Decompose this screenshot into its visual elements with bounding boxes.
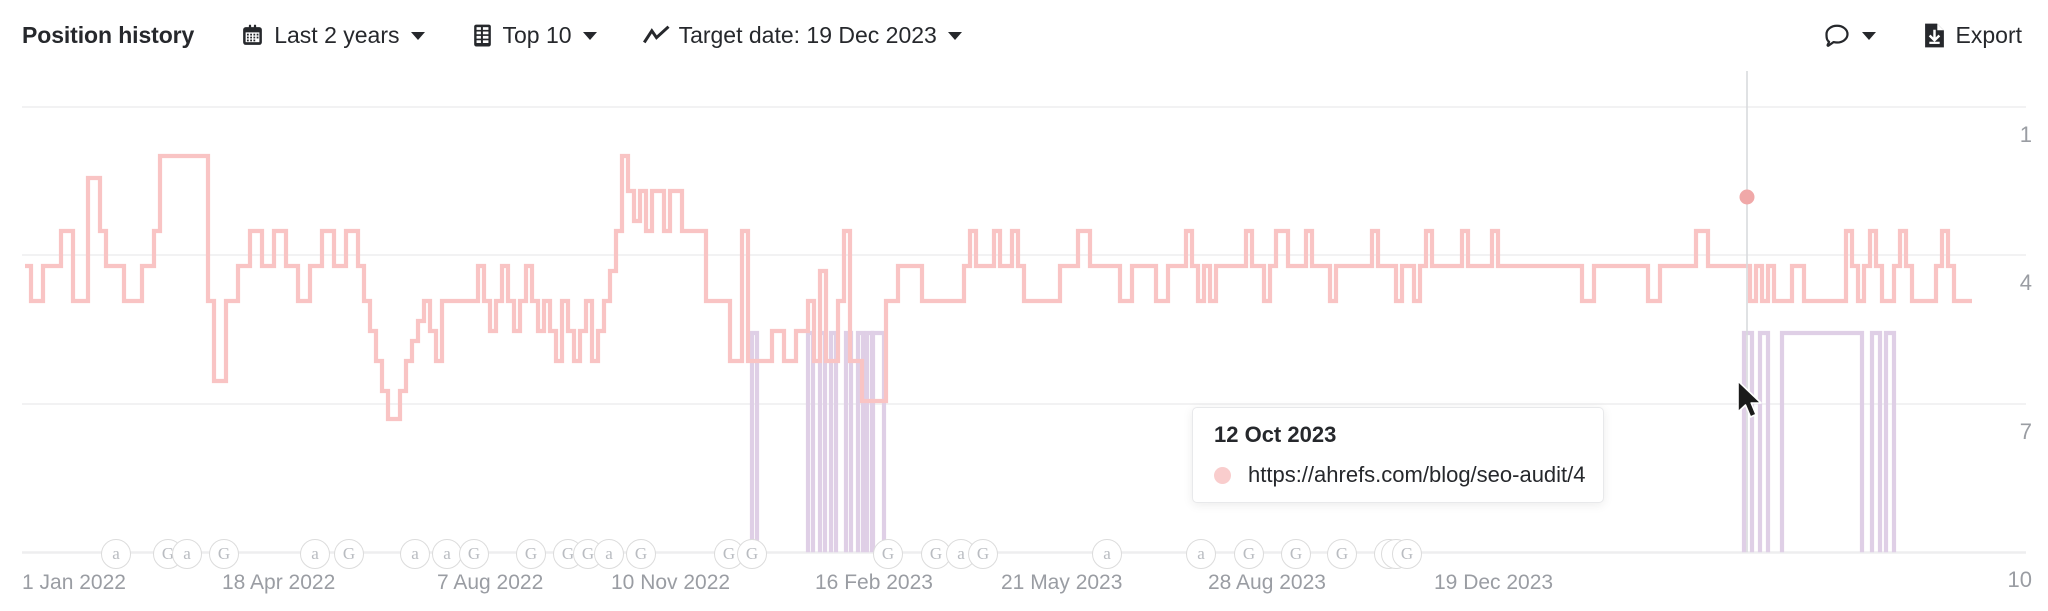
export-button[interactable]: Export <box>1922 22 2022 49</box>
axis-event-marker[interactable]: a <box>1092 539 1122 569</box>
axis-event-marker[interactable]: G <box>1281 539 1311 569</box>
secondary-series-band <box>1883 330 1897 553</box>
secondary-series-band <box>1741 330 1755 553</box>
axis-event-marker[interactable]: a <box>594 539 624 569</box>
toolbar-right-group: Export <box>1823 22 2022 50</box>
secondary-series-band <box>1779 330 1865 553</box>
axis-event-marker[interactable]: G <box>1327 539 1357 569</box>
position-history-chart[interactable]: 1 4 7 10 1 Jan 2022 18 Apr 2022 7 Aug 2022 10 … <box>0 71 2048 611</box>
chart-tooltip: 12 Oct 2023 https://ahrefs.com/blog/seo-… <box>1192 407 1604 503</box>
axis-event-marker[interactable]: G <box>873 539 903 569</box>
comment-icon <box>1823 22 1851 50</box>
secondary-series-band <box>805 330 816 553</box>
secondary-series-band <box>749 330 760 553</box>
chevron-down-icon <box>582 31 597 40</box>
export-icon <box>1922 22 1947 49</box>
calendar-icon <box>240 23 265 48</box>
target-date-label: Target date: 19 Dec 2023 <box>678 22 937 48</box>
x-axis-tick: 28 Aug 2023 <box>1208 571 1326 594</box>
y-axis-tick: 4 <box>2019 270 2032 295</box>
comment-dropdown[interactable] <box>1823 22 1876 50</box>
y-axis-tick: 10 <box>2007 567 2032 592</box>
chevron-down-icon <box>947 31 962 40</box>
y-axis-tick: 7 <box>2019 419 2032 444</box>
primary-series-line <box>25 153 1972 422</box>
x-axis-tick: 10 Nov 2022 <box>611 571 731 594</box>
chevron-down-icon <box>1861 31 1876 40</box>
page-title: Position history <box>22 22 195 48</box>
date-range-label: Last 2 years <box>274 22 400 48</box>
top-positions-label: Top 10 <box>502 22 572 48</box>
x-axis-tick: 7 Aug 2022 <box>437 571 544 594</box>
secondary-series-band <box>817 330 828 553</box>
secondary-series-band <box>828 330 839 553</box>
chart-plot <box>22 71 2026 554</box>
x-axis-tick: 16 Feb 2023 <box>815 571 933 594</box>
tooltip-position-value: 4 <box>1573 462 1586 487</box>
secondary-series-band <box>1757 330 1771 553</box>
axis-event-marker[interactable]: G <box>1392 539 1422 569</box>
series-color-dot <box>1214 466 1231 484</box>
tooltip-series-row: https://ahrefs.com/blog/seo-audit/ 4 <box>1214 462 1586 488</box>
axis-event-marker[interactable]: a <box>101 539 131 569</box>
tooltip-url: https://ahrefs.com/blog/seo-audit/ <box>1248 462 1574 487</box>
x-axis-tick: 1 Jan 2022 <box>22 571 126 594</box>
secondary-series-band <box>870 330 887 553</box>
hovered-point-marker <box>1739 189 1755 205</box>
axis-event-marker[interactable]: G <box>516 539 546 569</box>
axis-event-marker[interactable]: G <box>209 539 239 569</box>
axis-event-marker[interactable]: G <box>459 539 489 569</box>
chevron-down-icon <box>410 31 425 40</box>
toolbar-left-group: Position history Last 2 years Top 10 Tar… <box>22 22 962 49</box>
export-label: Export <box>1955 22 2022 48</box>
date-range-dropdown[interactable]: Last 2 years <box>240 22 425 49</box>
axis-event-marker[interactable]: G <box>334 539 364 569</box>
table-icon <box>471 23 494 48</box>
axis-event-marker[interactable]: a <box>300 539 330 569</box>
gridlines <box>22 106 2026 553</box>
top-positions-dropdown[interactable]: Top 10 <box>471 22 597 49</box>
toolbar: Position history Last 2 years Top 10 Tar… <box>0 0 2048 71</box>
secondary-series-band <box>1869 330 1883 553</box>
axis-event-marker[interactable]: a <box>432 539 462 569</box>
axis-event-marker[interactable]: G <box>968 539 998 569</box>
axis-event-marker[interactable]: a <box>400 539 430 569</box>
axis-event-marker[interactable]: G <box>737 539 767 569</box>
trend-icon <box>642 25 670 47</box>
x-axis-tick: 19 Dec 2023 <box>1434 571 1554 594</box>
x-axis-tick: 18 Apr 2022 <box>222 571 336 594</box>
secondary-series-band <box>843 330 854 553</box>
axis-event-marker[interactable]: a <box>1186 539 1216 569</box>
axis-event-marker[interactable]: a <box>172 539 202 569</box>
tooltip-date: 12 Oct 2023 <box>1214 422 1337 447</box>
x-axis-tick: 21 May 2023 <box>1001 571 1123 594</box>
y-axis-tick: 1 <box>2019 122 2032 147</box>
axis-event-marker[interactable]: G <box>1234 539 1264 569</box>
target-date-dropdown[interactable]: Target date: 19 Dec 2023 <box>642 22 962 49</box>
axis-event-marker[interactable]: G <box>626 539 656 569</box>
